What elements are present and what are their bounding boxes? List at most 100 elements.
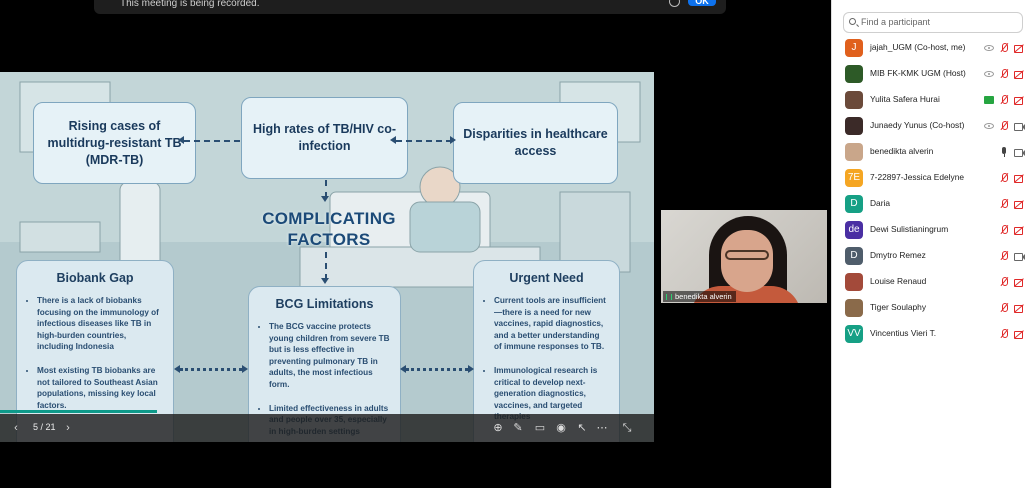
prev-slide-icon[interactable]: ‹	[8, 420, 24, 436]
arrow-right-icon	[242, 365, 248, 373]
camera-glyph	[1013, 224, 1025, 236]
search-placeholder: Find a participant	[861, 17, 931, 27]
avatar: de	[845, 221, 863, 239]
next-slide-icon[interactable]: ›	[60, 420, 76, 436]
participant-name: 7-22897-Jessica Edelyne	[870, 172, 965, 182]
camera-icon[interactable]	[1013, 250, 1025, 262]
panel-bullet: Current tools are insufficient—there is …	[494, 295, 609, 353]
participant-name: Daria	[870, 198, 891, 208]
avatar: D	[845, 195, 863, 213]
arrow-left-icon	[390, 136, 396, 144]
annotate-icon[interactable]: ✎	[510, 420, 526, 436]
participant-name: Vincentius Vieri T.	[870, 328, 937, 338]
arrow-left-icon	[400, 365, 406, 373]
screen-share-icon-glyph	[984, 96, 994, 104]
mic-muted-icon[interactable]	[998, 198, 1010, 210]
participant-row[interactable]: benedikta alverin	[832, 139, 1030, 165]
arrow-down-icon	[321, 196, 329, 202]
camera-off-icon[interactable]	[1013, 224, 1025, 236]
connector-line	[406, 368, 468, 371]
avatar	[845, 143, 863, 161]
mic-muted-icon[interactable]	[998, 302, 1010, 314]
panel-title: Urgent Need	[509, 271, 584, 285]
arrow-right-icon	[468, 365, 474, 373]
participant-row[interactable]: MIB FK-KMK UGM (Host)	[832, 61, 1030, 87]
mic-muted-icon[interactable]	[998, 250, 1010, 262]
mic-muted-icon[interactable]	[998, 120, 1010, 132]
camera-glyph	[1013, 94, 1025, 106]
camera-glyph	[1013, 250, 1025, 262]
mic-muted-icon[interactable]	[998, 328, 1010, 340]
panel-bullet: Most existing TB biobanks are not tailor…	[37, 365, 163, 411]
participant-row[interactable]: VV Vincentius Vieri T.	[832, 321, 1030, 347]
view-icon-glyph	[984, 123, 994, 129]
camera-off-icon[interactable]	[1013, 172, 1025, 184]
collapse-icon[interactable]: ⤡	[619, 420, 635, 436]
avatar: VV	[845, 325, 863, 343]
participant-row[interactable]: D Daria	[832, 191, 1030, 217]
camera-off-icon[interactable]	[1013, 42, 1025, 54]
pointer-icon[interactable]: ↖	[574, 420, 590, 436]
camera-off-icon[interactable]	[1013, 328, 1025, 340]
mic-muted-icon[interactable]	[998, 94, 1010, 106]
participant-row[interactable]: Tiger Soulaphy	[832, 295, 1030, 321]
camera-glyph	[1013, 302, 1025, 314]
screen-share-icon	[983, 94, 995, 106]
participant-row[interactable]: de Dewi Sulistianingrum	[832, 217, 1030, 243]
participant-row[interactable]: Jjajah_UGM (Co-host, me)	[832, 35, 1030, 61]
mic-muted-icon[interactable]	[998, 172, 1010, 184]
camera-off-icon[interactable]	[1013, 68, 1025, 80]
video-participant-name: benedikta alverin	[675, 292, 732, 301]
mic-muted-icon[interactable]	[998, 276, 1010, 288]
panel-bullet: The BCG vaccine protects young children …	[269, 321, 390, 391]
arrow-left-icon	[174, 365, 180, 373]
participant-row[interactable]: 7E 7-22897-Jessica Edelyne	[832, 165, 1030, 191]
arrow-right-icon	[450, 136, 456, 144]
mic-icon[interactable]	[998, 146, 1010, 158]
participant-row[interactable]: Junaedy Yunus (Co-host)	[832, 113, 1030, 139]
avatar: 7E	[845, 169, 863, 187]
camera-icon[interactable]	[1013, 120, 1025, 132]
shared-screen-slide: Rising cases of multidrug-resistant TB (…	[0, 72, 654, 442]
participant-row[interactable]: Yulita Safera Hurai	[832, 87, 1030, 113]
zoom-icon[interactable]: ⊕	[490, 420, 506, 436]
camera-off-icon[interactable]	[1013, 198, 1025, 210]
avatar	[845, 117, 863, 135]
mic-glyph	[998, 302, 1010, 314]
participant-row[interactable]: Louise Renaud	[832, 269, 1030, 295]
view-icon-glyph	[984, 45, 994, 51]
top-box-tb-hiv: High rates of TB/HIV co-infection	[241, 97, 408, 179]
more-icon[interactable]: ⋯	[594, 420, 610, 436]
search-icon	[849, 18, 856, 25]
info-icon[interactable]	[669, 0, 680, 7]
captions-icon[interactable]: ▭	[532, 420, 548, 436]
audio-level-icon	[666, 294, 672, 300]
audio-icon[interactable]: ◉	[553, 420, 569, 436]
participant-row[interactable]: D Dmytro Remez	[832, 243, 1030, 269]
ok-button[interactable]: OK	[688, 0, 716, 6]
recording-banner: This meeting is being recorded. OK	[94, 0, 726, 14]
mic-muted-icon[interactable]	[998, 42, 1010, 54]
top-box-mdr-tb: Rising cases of multidrug-resistant TB (…	[33, 102, 196, 184]
center-title: COMPLICATING FACTORS	[262, 209, 396, 249]
participants-panel: Find a participant Jjajah_UGM (Co-host, …	[831, 0, 1030, 488]
participant-list: Jjajah_UGM (Co-host, me) MIB FK-KMK UGM (…	[832, 35, 1030, 347]
participant-search-input[interactable]: Find a participant	[843, 12, 1023, 33]
camera-glyph	[1013, 328, 1025, 340]
connector-line	[396, 140, 452, 142]
participant-name: Dewi Sulistianingrum	[870, 224, 949, 234]
camera-icon[interactable]	[1013, 146, 1025, 158]
mic-muted-icon[interactable]	[998, 68, 1010, 80]
page-indicator: 5 / 21	[33, 422, 56, 432]
participant-name: Junaedy Yunus (Co-host)	[870, 120, 965, 130]
mic-muted-icon[interactable]	[998, 224, 1010, 236]
avatar: D	[845, 247, 863, 265]
video-person-face	[721, 230, 773, 292]
camera-glyph	[1013, 42, 1025, 54]
camera-glyph	[1013, 120, 1025, 132]
participant-name: benedikta alverin	[870, 146, 934, 156]
camera-off-icon[interactable]	[1013, 276, 1025, 288]
camera-off-icon[interactable]	[1013, 94, 1025, 106]
participant-video-tile[interactable]: benedikta alverin	[661, 210, 827, 303]
camera-off-icon[interactable]	[1013, 302, 1025, 314]
